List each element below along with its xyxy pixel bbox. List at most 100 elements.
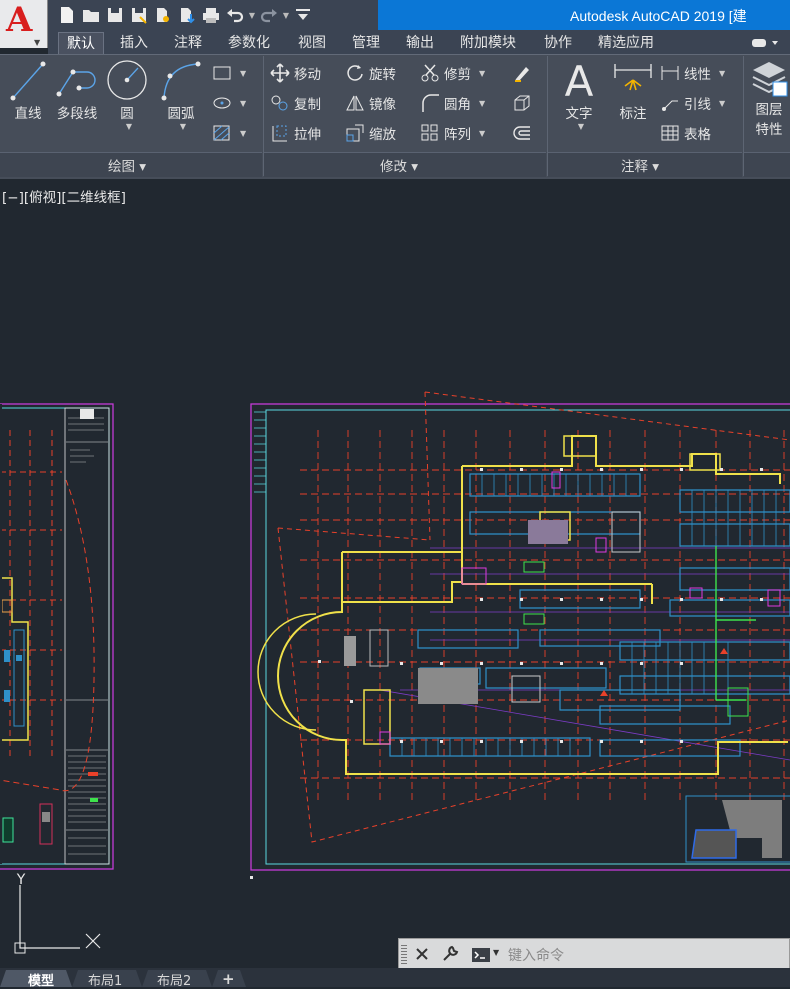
dimension-icon [614, 64, 652, 91]
command-line-grip[interactable] [401, 945, 407, 965]
polyline-button[interactable]: 多段线 [52, 58, 102, 122]
wrench-icon[interactable] [441, 945, 459, 963]
trim-dropdown-icon[interactable]: ▼ [479, 69, 485, 78]
move-icon [270, 63, 290, 83]
table-button[interactable]: 表格 [660, 120, 711, 146]
fillet-label: 圆角 [444, 97, 471, 113]
linear-dropdown-icon[interactable]: ▼ [719, 69, 725, 78]
scale-label: 缩放 [369, 127, 396, 143]
mirror-button[interactable]: 镜像 [345, 90, 396, 116]
ellipse-icon [213, 97, 231, 109]
undo-dropdown-icon[interactable]: ▼ [248, 4, 256, 26]
model-tab[interactable]: 模型 [28, 970, 54, 989]
explode-button[interactable] [512, 90, 532, 116]
fillet-icon [422, 94, 439, 112]
tab-view[interactable]: 视图 [290, 32, 334, 54]
hatch-button[interactable]: ▼ [212, 120, 246, 146]
text-icon: A [565, 58, 594, 102]
drawing-canvas[interactable]: Y [0, 180, 790, 967]
array-button[interactable]: 阵列 ▼ [420, 120, 485, 146]
undo-icon[interactable] [224, 4, 246, 26]
tab-collaborate[interactable]: 协作 [536, 32, 580, 54]
tab-default[interactable]: 默认 [58, 32, 104, 55]
close-icon[interactable] [415, 947, 429, 961]
stretch-label: 拉伸 [294, 127, 321, 143]
leader-dropdown-icon[interactable]: ▼ [719, 99, 725, 108]
move-label: 移动 [294, 67, 321, 83]
fillet-button[interactable]: 圆角 ▼ [420, 90, 485, 116]
array-dropdown-icon[interactable]: ▼ [479, 129, 485, 138]
trim-button[interactable]: 修剪 ▼ [420, 60, 485, 86]
linear-label: 线性 [684, 67, 711, 83]
ellipse-button[interactable]: ▼ [212, 90, 246, 116]
application-menu-button[interactable]: A ▼ [0, 0, 48, 48]
save-as-icon[interactable] [128, 4, 150, 26]
text-dropdown-icon[interactable]: ▼ [560, 122, 602, 131]
tab-featured-apps[interactable]: 精选应用 [590, 32, 662, 54]
trim-label: 修剪 [444, 67, 471, 83]
scale-button[interactable]: 缩放 [345, 120, 396, 146]
rotate-button[interactable]: 旋转 [345, 60, 396, 86]
fillet-dropdown-icon[interactable]: ▼ [479, 99, 485, 108]
stretch-button[interactable]: 拉伸 [270, 120, 321, 146]
save-icon[interactable] [104, 4, 126, 26]
recent-commands-dropdown-icon[interactable]: ▼ [493, 948, 499, 957]
text-button[interactable]: A 文字 ▼ [556, 58, 602, 131]
line-button[interactable]: 直线 [6, 58, 50, 122]
polyline-label: 多段线 [56, 106, 98, 122]
tab-insert[interactable]: 插入 [112, 32, 156, 54]
trim-icon [421, 64, 439, 82]
layout1-tab[interactable]: 布局1 [88, 970, 122, 989]
hatch-dropdown-icon[interactable]: ▼ [240, 129, 246, 138]
arc-dropdown-icon[interactable]: ▼ [162, 122, 204, 131]
modify-panel-title[interactable]: 修改 ▾ [380, 155, 418, 175]
move-button[interactable]: 移动 [270, 60, 321, 86]
copy-button[interactable]: 复制 [270, 90, 321, 116]
tab-annotate[interactable]: 注释 [166, 32, 210, 54]
layers-panel-bar[interactable] [744, 152, 790, 177]
circle-dropdown-icon[interactable]: ▼ [108, 122, 150, 131]
layer-properties-button[interactable]: 图层 特性 [748, 58, 790, 138]
customize-icon[interactable] [292, 4, 314, 26]
text-label: 文字 [565, 106, 593, 122]
dimension-button[interactable]: 标注 [610, 58, 656, 122]
cloud-save-icon[interactable] [176, 4, 198, 26]
new-icon[interactable] [56, 4, 78, 26]
rectangle-dropdown-icon[interactable]: ▼ [240, 69, 246, 78]
redo-icon[interactable] [258, 4, 280, 26]
command-input[interactable]: 键入命令 [508, 945, 564, 965]
cloud-open-icon[interactable] [152, 4, 174, 26]
plot-icon[interactable] [200, 4, 222, 26]
layout2-tab[interactable]: 布局2 [157, 970, 191, 989]
ribbon-minimize-icon[interactable] [748, 34, 784, 52]
table-label: 表格 [684, 127, 711, 143]
tab-parametric[interactable]: 参数化 [220, 32, 278, 54]
rotate-icon [347, 65, 363, 81]
linear-button[interactable]: 线性 ▼ [660, 60, 725, 86]
leader-label: 引线 [684, 97, 711, 113]
circle-button[interactable]: 圆 ▼ [104, 58, 150, 131]
redo-dropdown-icon[interactable]: ▼ [282, 4, 290, 26]
dimension-label: 标注 [619, 106, 647, 122]
draw-panel-title[interactable]: 绘图 ▾ [108, 155, 146, 175]
leader-icon [662, 100, 678, 111]
add-layout-icon[interactable]: + [222, 970, 235, 988]
tab-manage[interactable]: 管理 [344, 32, 388, 54]
ellipse-dropdown-icon[interactable]: ▼ [240, 99, 246, 108]
rectangle-button[interactable]: ▼ [212, 60, 246, 86]
tab-addins[interactable]: 附加模块 [452, 32, 524, 54]
command-prompt-icon[interactable] [471, 946, 491, 964]
circle-icon [107, 60, 147, 100]
leader-button[interactable]: 引线 ▼ [660, 90, 725, 116]
layer-properties-label-2: 特性 [755, 122, 783, 138]
chevron-down-icon: ▼ [34, 38, 41, 47]
offset-button[interactable] [512, 120, 532, 146]
layer-properties-label-1: 图层 [755, 102, 783, 118]
open-icon[interactable] [80, 4, 102, 26]
autocad-logo: A [6, 0, 33, 40]
tab-output[interactable]: 输出 [398, 32, 442, 54]
erase-button[interactable] [512, 60, 532, 86]
annotation-panel-title[interactable]: 注释 ▾ [621, 155, 659, 175]
arc-button[interactable]: 圆弧 ▼ [158, 58, 204, 131]
viewport-controls-label[interactable]: [−][俯视][二维线框] [2, 186, 126, 206]
